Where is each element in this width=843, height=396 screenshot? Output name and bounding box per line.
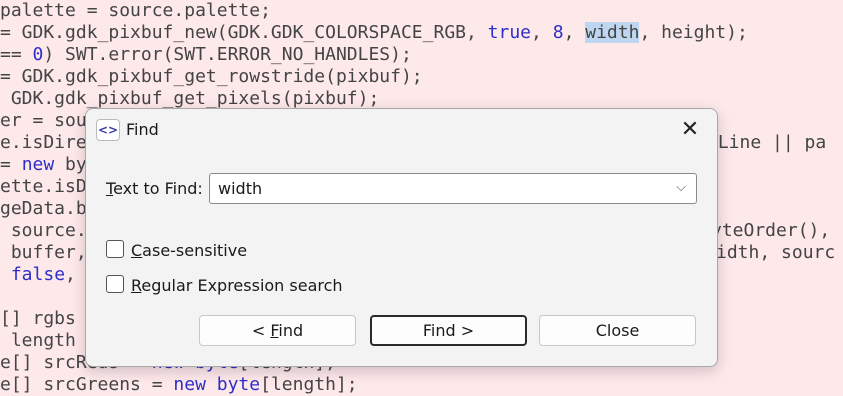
code-token: new xyxy=(21,154,55,175)
code-token: false xyxy=(10,264,66,285)
code-token: geData.b xyxy=(0,198,87,219)
code-token: , xyxy=(531,22,553,43)
code-token: byte xyxy=(216,374,261,395)
search-input[interactable]: width xyxy=(218,179,262,198)
code-token: 8 xyxy=(552,22,564,43)
chevron-down-icon[interactable]: ⌵ xyxy=(672,178,690,198)
code-fragment: rLine || pa xyxy=(707,132,827,153)
code-token: ette.isD xyxy=(0,176,87,197)
code-line: e[] srcGreens = new byte[length]; xyxy=(0,374,358,396)
code-token: , height); xyxy=(639,22,748,43)
code-line: er = sou xyxy=(0,110,87,132)
code-line: [] rgbs xyxy=(0,308,76,330)
regex-label[interactable]: Regular Expression search xyxy=(131,276,343,295)
case-sensitive-checkbox[interactable] xyxy=(106,240,124,258)
code-token: e.isDire xyxy=(0,132,87,153)
code-line: false, xyxy=(0,264,76,286)
code-line: == 0) SWT.error(SWT.ERROR_NO_HANDLES); xyxy=(0,44,412,66)
code-token: [] rgbs xyxy=(0,308,76,329)
code-token: e[] srcGreens = xyxy=(0,374,174,395)
code-line: source. xyxy=(0,220,87,242)
code-fragment: idth, sourc xyxy=(716,242,836,263)
dialog-title: Find xyxy=(126,120,159,139)
code-line: GDK.gdk_pixbuf_get_pixels(pixbuf); xyxy=(0,88,379,110)
code-line: length xyxy=(0,330,76,352)
code-token: er = sou xyxy=(0,110,87,131)
code-icon: <> xyxy=(96,119,120,141)
code-line: = new by xyxy=(0,154,87,176)
case-sensitive-label[interactable]: Case-sensitive xyxy=(131,241,247,260)
code-token: , xyxy=(563,22,586,43)
code-token: true xyxy=(487,22,532,43)
code-token: length xyxy=(0,330,76,351)
code-token: == xyxy=(0,44,33,65)
code-token: new xyxy=(173,374,206,395)
code-token: buffer, xyxy=(0,242,87,263)
code-line: = GDK.gdk_pixbuf_new(GDK.GDK_COLORSPACE_… xyxy=(0,22,748,44)
code-fragment: yteOrder(), xyxy=(711,220,831,241)
code-token: source. xyxy=(0,220,87,241)
code-line: ette.isD xyxy=(0,176,87,198)
code-line: geData.b xyxy=(0,198,87,220)
code-token: , xyxy=(65,264,76,285)
close-icon[interactable]: ✕ xyxy=(678,119,702,143)
code-token: palette = source.palette; xyxy=(0,0,271,21)
find-next-button[interactable]: Find > xyxy=(370,315,527,346)
code-line: = GDK.gdk_pixbuf_get_rowstride(pixbuf); xyxy=(0,66,423,88)
find-previous-button[interactable]: < Find xyxy=(199,315,356,346)
code-token: ) SWT.error(SWT.ERROR_NO_HANDLES); xyxy=(43,44,412,65)
code-token: 0 xyxy=(32,44,44,65)
code-line: palette = source.palette; xyxy=(0,0,271,22)
code-token: = GDK.gdk_pixbuf_get_rowstride(pixbuf); xyxy=(0,66,423,87)
code-line: buffer, xyxy=(0,242,87,264)
code-line: e.isDire xyxy=(0,132,87,154)
search-combobox[interactable]: width ⌵ xyxy=(209,173,697,204)
selected-text: width xyxy=(585,22,640,43)
regex-checkbox[interactable] xyxy=(106,275,124,293)
find-dialog: <> Find ✕ Text to Find: width ⌵ Case-sen… xyxy=(85,108,718,367)
code-token: GDK.gdk_pixbuf_get_pixels(pixbuf); xyxy=(0,88,380,109)
code-token: = GDK.gdk_pixbuf_new(GDK.GDK_COLORSPACE_… xyxy=(0,22,488,43)
text-to-find-label: Text to Find: xyxy=(106,179,203,198)
close-button[interactable]: Close xyxy=(539,315,696,346)
code-token: by xyxy=(54,154,87,175)
code-token: = xyxy=(0,154,22,175)
code-token: [length]; xyxy=(260,374,358,395)
